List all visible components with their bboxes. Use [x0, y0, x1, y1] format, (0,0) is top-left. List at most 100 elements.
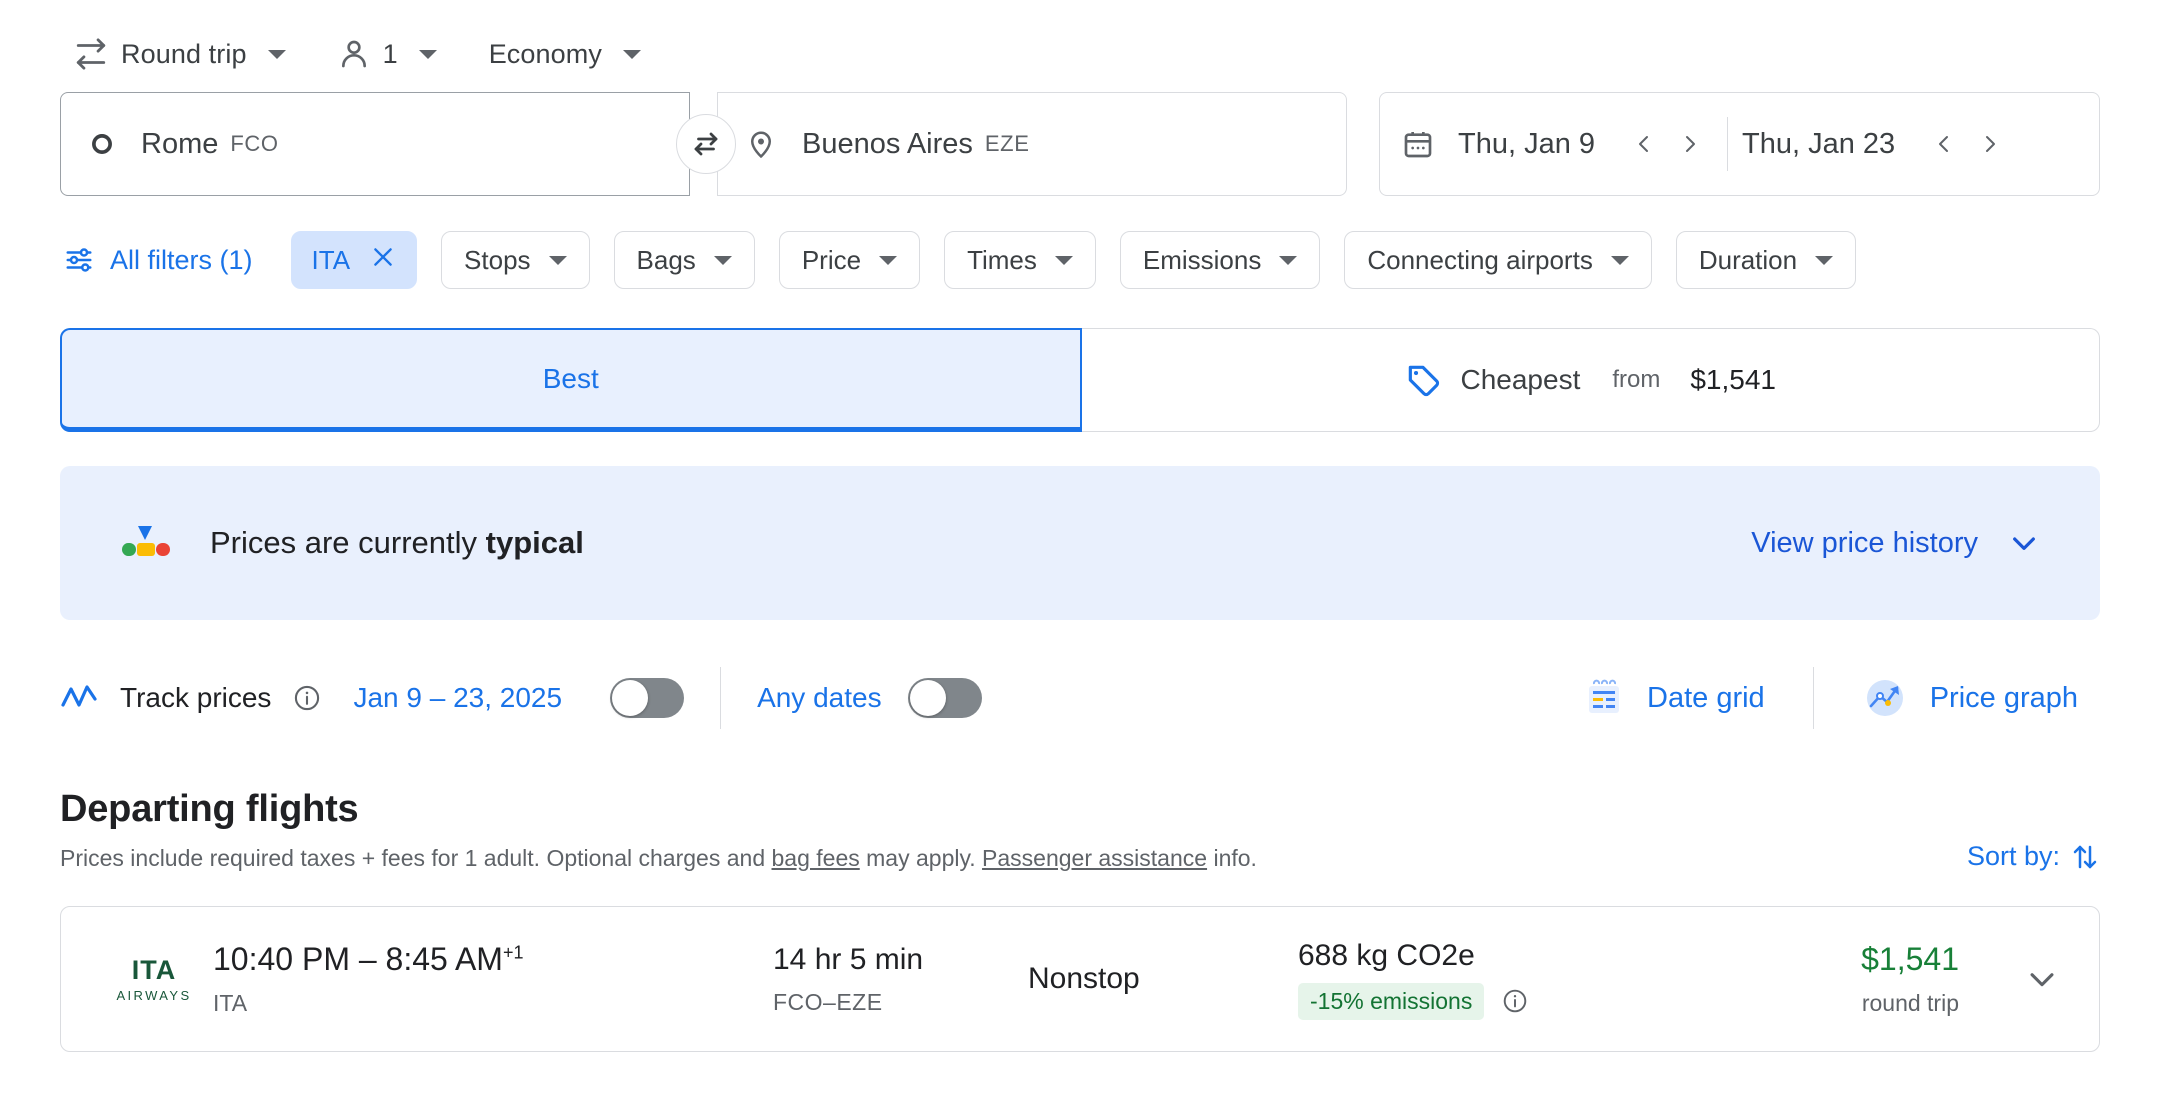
flight-times: 10:40 PM – 8:45 AM+1: [213, 941, 773, 978]
search-fields-row: Rome FCO Buenos Aires EZE Thu, Jan 9 Thu…: [60, 92, 2100, 196]
departing-flights-note: Prices include required taxes + fees for…: [60, 845, 1257, 872]
all-filters-button[interactable]: All filters (1): [60, 245, 267, 276]
chevron-down-icon: [879, 255, 898, 265]
date-grid-button[interactable]: Date grid: [1561, 677, 1787, 719]
passenger-count-label: 1: [382, 38, 398, 69]
departure-next-day-button[interactable]: [1667, 121, 1713, 167]
track-divider: [720, 667, 722, 729]
price-insight-banner: Prices are currently typical View price …: [60, 466, 2100, 620]
info-icon[interactable]: [293, 684, 321, 712]
ita-airways-logo-icon: ITA AIRWAYS: [116, 956, 192, 1003]
info-icon[interactable]: [1502, 988, 1528, 1014]
filter-chip-price-label: Price: [801, 244, 862, 275]
passenger-assistance-link[interactable]: Passenger assistance: [982, 845, 1207, 871]
airline-logo: ITA AIRWAYS: [95, 956, 213, 1003]
flight-emissions: 688 kg CO2e: [1298, 938, 1475, 972]
flight-day-offset: +1: [502, 942, 524, 963]
flight-result-row[interactable]: ITA AIRWAYS 10:40 PM – 8:45 AM+1 ITA 14 …: [60, 906, 2100, 1052]
filter-chip-ita[interactable]: ITA: [290, 231, 418, 289]
track-prices-group: Track prices Jan 9 – 23, 2025: [60, 678, 685, 718]
price-insight-text: Prices are currently typical: [210, 525, 584, 561]
departure-date-cell[interactable]: Thu, Jan 9: [1458, 93, 1595, 195]
swap-origin-destination-button[interactable]: [676, 114, 736, 174]
chevron-down-icon: [1610, 255, 1629, 265]
chevron-down-icon: [418, 49, 437, 59]
trip-options-bar: Round trip 1 Economy: [60, 0, 2100, 90]
status-badge: -15% emissions: [1298, 982, 1485, 1020]
filter-chip-bags[interactable]: Bags: [613, 231, 755, 289]
flight-emissions-cell: 688 kg CO2e -15% emissions: [1298, 939, 1728, 1020]
origin-city: Rome: [141, 127, 219, 160]
sort-by-button[interactable]: Sort by:: [1967, 841, 2100, 872]
filter-chip-duration[interactable]: Duration: [1675, 231, 1857, 289]
chevron-down-icon: [622, 49, 641, 59]
close-icon[interactable]: [370, 244, 396, 277]
price-graph-icon: [1862, 675, 1908, 721]
filter-chip-emissions[interactable]: Emissions: [1119, 231, 1321, 289]
flight-airline: ITA: [213, 990, 248, 1016]
price-graph-button[interactable]: Price graph: [1840, 675, 2100, 721]
flight-price: $1,541: [1861, 941, 1959, 977]
date-grid-label: Date grid: [1647, 681, 1765, 714]
tab-cheapest-price: $1,541: [1690, 364, 1776, 395]
price-tag-icon: [1404, 361, 1442, 399]
passenger-selector[interactable]: 1: [324, 28, 451, 80]
return-next-day-button[interactable]: [1967, 121, 2013, 167]
flight-price-type: round trip: [1861, 990, 1959, 1016]
filter-chip-connecting-airports[interactable]: Connecting airports: [1344, 231, 1652, 289]
filter-chip-emissions-label: Emissions: [1142, 244, 1262, 275]
date-divider: [1727, 117, 1729, 171]
return-date: Thu, Jan 23: [1742, 127, 1896, 160]
filter-chip-stops-label: Stops: [464, 244, 531, 275]
flight-emissions-badge-row: -15% emissions: [1298, 982, 1728, 1020]
sort-by-label: Sort by:: [1966, 841, 2060, 871]
all-filters-label: All filters (1): [110, 244, 253, 275]
person-icon: [338, 38, 370, 70]
any-dates-toggle[interactable]: [907, 678, 982, 718]
filter-chips-bar: All filters (1) ITA Stops Bags Price Tim…: [60, 224, 2100, 296]
airline-logo-bottom: AIRWAYS: [116, 987, 192, 1003]
expand-flight-button[interactable]: [2019, 962, 2065, 996]
return-date-cell[interactable]: Thu, Jan 23: [1742, 93, 1895, 195]
chevron-down-icon: [1054, 255, 1073, 265]
price-insight-prefix: Prices are currently: [210, 525, 486, 560]
track-prices-toggle[interactable]: [610, 678, 685, 718]
track-prices-label: Track prices: [120, 682, 272, 713]
chevron-down-icon: [1279, 255, 1298, 265]
tab-cheapest[interactable]: Cheapest from $1,541: [1081, 328, 2100, 432]
tab-cheapest-from-label: from: [1612, 366, 1661, 393]
price-gauge-icon: [120, 521, 172, 565]
trip-type-label: Round trip: [121, 38, 247, 69]
trip-type-selector[interactable]: Round trip: [60, 27, 300, 81]
track-prices-row: Track prices Jan 9 – 23, 2025 Any dates: [60, 660, 2100, 736]
price-insight-left: Prices are currently typical: [120, 521, 584, 565]
destination-city: Buenos Aires: [802, 127, 973, 160]
sort-arrows-icon: [2070, 842, 2100, 872]
return-prev-day-button[interactable]: [1921, 121, 1967, 167]
destination-code: EZE: [984, 131, 1030, 156]
filter-chip-duration-label: Duration: [1698, 244, 1798, 275]
filter-chip-price[interactable]: Price: [778, 231, 921, 289]
cabin-class-selector[interactable]: Economy: [475, 29, 655, 80]
origin-field[interactable]: Rome FCO: [60, 92, 690, 196]
view-price-history-button[interactable]: View price history: [1751, 527, 2040, 560]
bag-fees-link[interactable]: bag fees: [772, 845, 860, 871]
sort-tabs: Best Cheapest from $1,541: [60, 328, 2100, 432]
flight-stops: Nonstop: [1028, 962, 1140, 995]
note-part-3: info.: [1207, 845, 1257, 871]
departing-flights-header: Departing flights Prices include require…: [60, 788, 2100, 872]
chevron-down-icon: [713, 255, 732, 265]
filter-chip-stops[interactable]: Stops: [441, 231, 590, 289]
chevron-down-icon: [2025, 962, 2059, 996]
flight-duration-cell: 14 hr 5 min FCO–EZE: [773, 943, 1028, 1016]
destination-field[interactable]: Buenos Aires EZE: [717, 92, 1347, 196]
chevron-down-icon: [267, 49, 286, 59]
tools-divider: [1812, 667, 1814, 729]
swap-horizontal-icon: [74, 37, 108, 71]
filter-chip-times[interactable]: Times: [944, 231, 1096, 289]
tab-best[interactable]: Best: [60, 328, 1082, 432]
chevron-down-icon: [2008, 527, 2040, 559]
departure-prev-day-button[interactable]: [1621, 121, 1667, 167]
chevron-down-icon: [548, 255, 567, 265]
view-price-history-label: View price history: [1751, 526, 1978, 559]
